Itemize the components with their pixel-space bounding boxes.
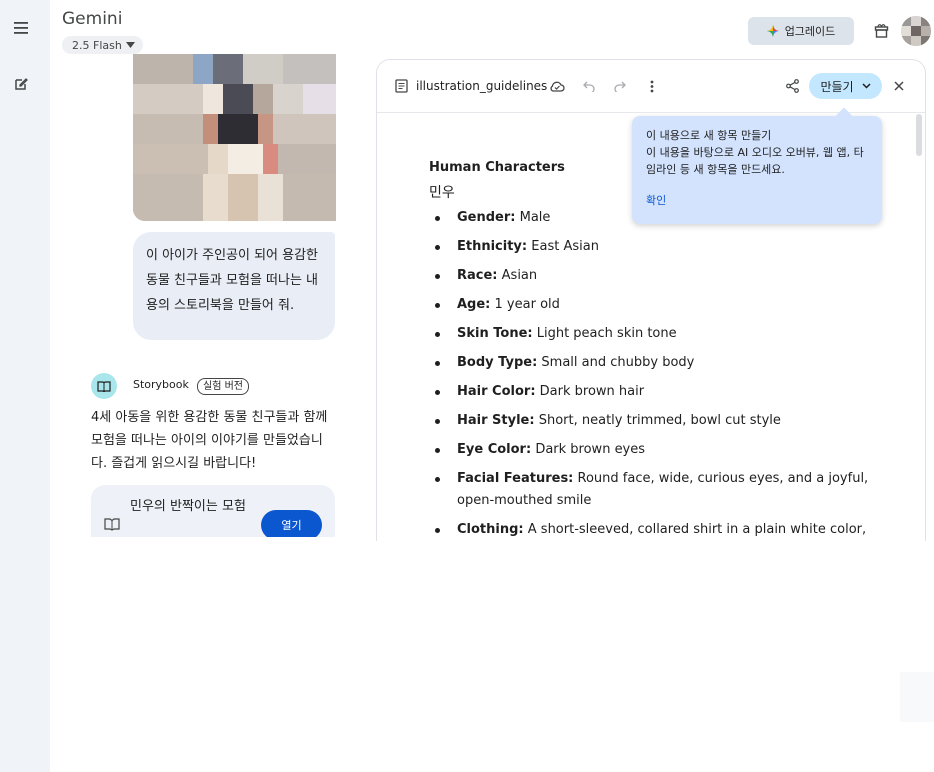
chevron-down-icon [862, 83, 871, 89]
avatar-image [901, 16, 931, 46]
attribute-value: East Asian [531, 239, 599, 254]
share-icon [785, 79, 799, 93]
experimental-badge: 실험 버전 [197, 378, 249, 395]
attribute-label: Skin Tone: [457, 326, 533, 341]
attribute-label: Eye Color: [457, 442, 532, 457]
attribute-item: Clothing: A short-sleeved, collared shir… [429, 519, 869, 541]
attribute-item: Facial Features: Round face, wide, curio… [429, 468, 869, 512]
document-title[interactable]: illustration_guidelines [416, 79, 547, 93]
attribute-value: Short, neatly trimmed, bowl cut style [538, 413, 781, 428]
tooltip-description: 이 내용을 바탕으로 AI 오디오 오버뷰, 웹 앱, 타임라인 등 새 항목을… [646, 146, 864, 176]
app-title: Gemini [62, 9, 123, 29]
attribute-label: Ethnicity: [457, 239, 528, 254]
uploaded-photo[interactable] [133, 54, 336, 221]
cloud-icon [550, 81, 565, 92]
attribute-label: Race: [457, 268, 498, 283]
attribute-item: Hair Color: Dark brown hair [429, 381, 869, 403]
bot-name: Storybook [133, 378, 189, 391]
more-options-button[interactable] [643, 77, 661, 95]
attribute-item: Hair Style: Short, neatly trimmed, bowl … [429, 410, 869, 432]
attribute-value: Dark brown eyes [535, 442, 646, 457]
more-vert-icon [650, 80, 654, 92]
attribute-value: Male [519, 210, 551, 225]
attribute-label: Body Type: [457, 355, 538, 370]
upgrade-label: 업그레이드 [784, 25, 836, 38]
user-avatar[interactable] [901, 16, 931, 46]
attribute-label: Hair Style: [457, 413, 535, 428]
attribute-value: Dark brown hair [539, 384, 645, 399]
redo-button[interactable] [611, 77, 629, 95]
gift-icon [874, 23, 888, 38]
model-label: 2.5 Flash [72, 38, 122, 52]
undo-button[interactable] [580, 77, 598, 95]
canvas-toolbar: illustration_guidelines 만들기 [377, 60, 925, 113]
storybook-card[interactable]: 민우의 반짝이는 모험 열기 [91, 485, 335, 537]
attribute-label: Facial Features: [457, 471, 574, 486]
tooltip-title: 이 내용으로 새 항목 만들기 [646, 129, 772, 142]
attribute-label: Hair Color: [457, 384, 536, 399]
attribute-item: Ethnicity: East Asian [429, 236, 869, 258]
make-label: 만들기 [820, 79, 854, 94]
attribute-item: Eye Color: Dark brown eyes [429, 439, 869, 461]
attribute-value: Asian [501, 268, 538, 283]
storybook-title: 민우의 반짝이는 모험 [130, 499, 246, 514]
new-chat-button[interactable] [10, 73, 32, 95]
redo-icon [614, 81, 626, 92]
sparkle-icon [766, 25, 779, 37]
background-patch [900, 672, 934, 722]
attribute-item: Skin Tone: Light peach skin tone [429, 323, 869, 345]
book-icon [97, 380, 111, 392]
storybook-avatar [91, 373, 117, 399]
gift-button[interactable] [872, 21, 890, 39]
cloud-sync-button[interactable] [548, 77, 566, 95]
canvas-scrollbar[interactable] [916, 114, 922, 156]
user-message-bubble: 이 아이가 주인공이 되어 용감한 동물 친구들과 모험을 떠나는 내용의 스토… [133, 232, 335, 340]
tooltip-confirm-button[interactable]: 확인 [646, 192, 666, 209]
make-tooltip: 이 내용으로 새 항목 만들기 이 내용을 바탕으로 AI 오디오 오버뷰, 웹… [632, 116, 882, 224]
caret-down-icon [125, 42, 135, 48]
attribute-value: Small and chubby body [541, 355, 695, 370]
open-storybook-button[interactable]: 열기 [261, 510, 322, 537]
attribute-value: Light peach skin tone [536, 326, 677, 341]
attribute-label: Clothing: [457, 522, 524, 537]
hamburger-icon [14, 22, 28, 34]
attribute-item: Body Type: Small and chubby body [429, 352, 869, 374]
pixelated-child-photo [133, 54, 336, 221]
make-button[interactable]: 만들기 [809, 73, 882, 99]
close-icon [894, 81, 904, 91]
edit-icon [15, 78, 28, 90]
left-rail [0, 0, 50, 772]
book-open-icon [104, 518, 120, 531]
attribute-value: 1 year old [494, 297, 560, 312]
document-icon [394, 79, 408, 93]
model-selector[interactable]: 2.5 Flash [62, 36, 143, 54]
close-canvas-button[interactable] [890, 77, 908, 95]
undo-icon [583, 81, 595, 92]
attribute-list: Gender: Male Ethnicity: East Asian Race: A… [429, 207, 869, 541]
attribute-item: Age: 1 year old [429, 294, 869, 316]
document-icon-wrap [392, 77, 410, 95]
attribute-label: Age: [457, 297, 491, 312]
attribute-item: Race: Asian [429, 265, 869, 287]
main-menu-button[interactable] [10, 17, 32, 39]
bot-message: 4세 아동을 위한 용감한 동물 친구들과 함께 모험을 떠나는 아이의 이야기… [91, 410, 328, 471]
attribute-label: Gender: [457, 210, 516, 225]
upgrade-button[interactable]: 업그레이드 [748, 17, 854, 45]
share-button[interactable] [783, 77, 801, 95]
